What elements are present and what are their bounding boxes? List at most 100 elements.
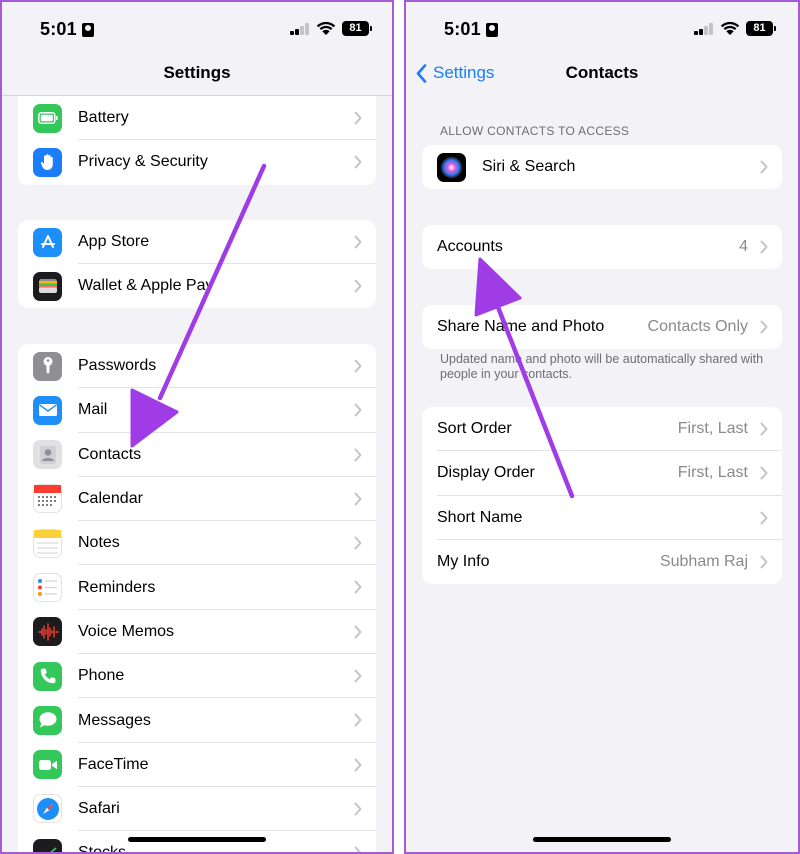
chevron-right-icon: [354, 279, 362, 293]
settings-row-label: App Store: [78, 233, 150, 251]
settings-row-notes[interactable]: Notes: [18, 521, 376, 566]
share-footnote: Updated name and photo will be automatic…: [440, 352, 764, 381]
share-name-photo-value: Contacts Only: [647, 318, 748, 336]
chevron-right-icon: [354, 492, 362, 506]
settings-group-2: App Store Wallet & Apple Pay: [18, 220, 376, 308]
settings-row-label: Phone: [78, 667, 125, 685]
chevron-right-icon: [354, 359, 362, 373]
accounts-row[interactable]: Accounts 4: [422, 225, 782, 269]
settings-row-contacts[interactable]: Contacts: [18, 433, 376, 478]
settings-row-label: Voice Memos: [78, 622, 175, 640]
key-icon: [33, 351, 62, 381]
settings-row-messages[interactable]: Messages: [18, 698, 376, 743]
wallet-icon: [33, 271, 62, 301]
status-time: 5:01: [40, 19, 77, 39]
display-order-row[interactable]: Display Order First, Last: [422, 451, 782, 496]
siri-search-row[interactable]: Siri & Search: [422, 145, 782, 189]
my-info-label: My Info: [437, 553, 490, 571]
siri-group: Siri & Search: [422, 145, 782, 189]
settings-row-calendar[interactable]: Calendar: [18, 477, 376, 522]
cellular-signal-icon: [290, 23, 310, 35]
chevron-right-icon: [354, 403, 362, 417]
settings-row-label: Notes: [78, 534, 120, 552]
settings-row-label: Battery: [78, 109, 129, 127]
chevron-right-icon: [354, 235, 362, 249]
chevron-right-icon: [354, 580, 362, 594]
settings-row-label: Passwords: [78, 357, 157, 375]
chevron-right-icon: [354, 713, 362, 727]
chevron-right-icon: [354, 625, 362, 639]
my-info-row[interactable]: My Info Subham Raj: [422, 540, 782, 584]
focus-person-icon: [486, 23, 498, 37]
settings-row-voice-memos[interactable]: Voice Memos: [18, 610, 376, 655]
status-bar: 5:01 81: [406, 2, 798, 54]
notes-icon: [33, 528, 62, 558]
chevron-right-icon: [354, 111, 362, 125]
settings-row-label: Wallet & Apple Pay: [78, 277, 214, 295]
calendar-icon: [33, 484, 62, 514]
share-name-photo-label: Share Name and Photo: [437, 318, 605, 336]
battery-indicator: 81: [342, 21, 372, 36]
chevron-right-icon: [760, 240, 768, 254]
settings-row-phone[interactable]: Phone: [18, 654, 376, 699]
settings-row-privacy[interactable]: Privacy & Security: [18, 140, 376, 184]
phone-icon: [33, 661, 62, 691]
page-title: Contacts: [565, 63, 639, 82]
share-name-photo-row[interactable]: Share Name and Photo Contacts Only: [422, 305, 782, 349]
accounts-group: Accounts 4: [422, 225, 782, 269]
status-bar: 5:01 81: [2, 2, 392, 54]
focus-person-icon: [82, 23, 94, 37]
chevron-right-icon: [354, 846, 361, 852]
chevron-right-icon: [354, 669, 362, 683]
sort-order-value: First, Last: [677, 420, 748, 438]
home-indicator: [533, 837, 671, 842]
wifi-icon: [316, 21, 336, 35]
settings-row-label: FaceTime: [78, 755, 149, 773]
sort-order-row[interactable]: Sort Order First, Last: [422, 407, 782, 452]
app-store-icon: [33, 227, 62, 257]
settings-row-label: Calendar: [78, 490, 143, 508]
voice-memos-icon: [33, 617, 62, 647]
safari-icon: [33, 794, 62, 824]
display-order-value: First, Last: [677, 464, 748, 482]
settings-row-label: Privacy & Security: [78, 153, 208, 171]
settings-row-label: Safari: [78, 800, 120, 818]
my-info-value: Subham Raj: [659, 553, 748, 571]
accounts-label: Accounts: [437, 238, 503, 256]
accounts-count: 4: [739, 238, 748, 256]
settings-row-label: Contacts: [78, 445, 142, 463]
sort-order-label: Sort Order: [437, 420, 512, 438]
chevron-right-icon: [354, 536, 362, 550]
settings-row-mail[interactable]: Mail: [18, 388, 376, 433]
settings-row-stocks[interactable]: Stocks: [18, 831, 376, 854]
short-name-row[interactable]: Short Name: [422, 496, 782, 541]
chevron-right-icon: [354, 448, 362, 462]
chevron-right-icon: [760, 511, 768, 525]
chevron-right-icon: [760, 555, 768, 569]
settings-row-facetime[interactable]: FaceTime: [18, 743, 376, 788]
chevron-right-icon: [354, 758, 362, 772]
battery-indicator: 81: [746, 21, 776, 36]
chevron-right-icon: [760, 160, 768, 174]
settings-row-reminders[interactable]: Reminders: [18, 565, 376, 611]
battery-icon: [33, 103, 62, 133]
messages-icon: [33, 705, 62, 735]
settings-row-label: Stocks: [78, 844, 127, 854]
siri-search-label: Siri & Search: [482, 158, 576, 176]
options-group: Sort Order First, Last Display Order Fir…: [422, 407, 782, 584]
settings-row-app-store[interactable]: App Store: [18, 220, 376, 265]
chevron-right-icon: [354, 802, 362, 816]
short-name-label: Short Name: [437, 508, 523, 526]
reminders-icon: [33, 572, 62, 602]
home-indicator: [128, 837, 266, 842]
settings-row-passwords[interactable]: Passwords: [18, 344, 376, 389]
contacts-icon: [33, 440, 62, 470]
settings-row-safari[interactable]: Safari: [18, 787, 376, 832]
facetime-icon: [33, 750, 62, 780]
settings-row-battery[interactable]: Battery: [18, 96, 376, 141]
chevron-right-icon: [760, 320, 768, 334]
settings-row-wallet[interactable]: Wallet & Apple Pay: [18, 264, 376, 308]
wifi-icon: [720, 21, 740, 35]
contacts-settings-screen: 5:01 81 Settings Contacts ALLOW CONTACTS…: [404, 0, 800, 854]
mail-icon: [33, 395, 62, 425]
